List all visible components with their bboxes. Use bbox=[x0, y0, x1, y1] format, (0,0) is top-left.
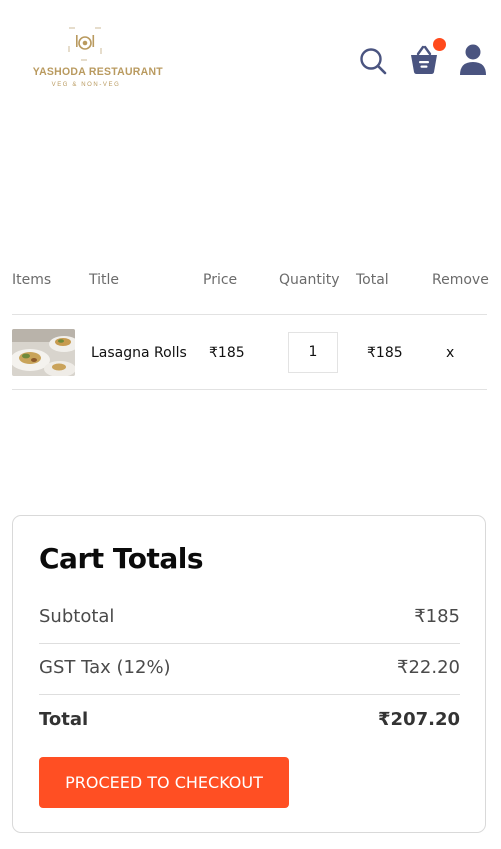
table-header: Items Title Price Quantity Total Remove bbox=[12, 262, 489, 315]
header-total: Total bbox=[356, 272, 389, 288]
subtotal-label: Subtotal bbox=[39, 606, 115, 627]
tax-row: GST Tax (12%) ₹22.20 bbox=[39, 643, 460, 695]
total-label: Total bbox=[39, 709, 89, 730]
header-price: Price bbox=[203, 272, 238, 288]
proceed-to-checkout-button[interactable]: PROCEED TO CHECKOUT bbox=[39, 757, 289, 808]
site-header: YASHODA RESTAURANT VEG & NON-VEG bbox=[0, 0, 501, 110]
brand-tagline: VEG & NON-VEG bbox=[51, 82, 121, 88]
total-row: Total ₹207.20 bbox=[39, 695, 460, 746]
cart-items-table: Items Title Price Quantity Total Remove … bbox=[12, 262, 489, 390]
header-title: Title bbox=[89, 272, 120, 288]
cart-button[interactable] bbox=[409, 38, 446, 76]
item-price: ₹185 bbox=[209, 345, 245, 361]
total-value: ₹207.20 bbox=[378, 709, 460, 730]
item-total: ₹185 bbox=[367, 345, 403, 361]
tax-value: ₹22.20 bbox=[397, 657, 460, 678]
tax-label: GST Tax (12%) bbox=[39, 657, 171, 678]
restaurant-logo[interactable]: YASHODA RESTAURANT VEG & NON-VEG bbox=[30, 26, 163, 92]
search-icon bbox=[360, 48, 387, 75]
search-button[interactable] bbox=[359, 47, 387, 75]
header-remove: Remove bbox=[432, 272, 489, 288]
brand-name: YASHODA RESTAURANT bbox=[32, 66, 163, 78]
quantity-field[interactable]: 1 bbox=[288, 332, 338, 373]
subtotal-row: Subtotal ₹185 bbox=[39, 592, 460, 644]
lasagna-rolls-image bbox=[12, 329, 75, 376]
item-title: Lasagna Rolls bbox=[91, 345, 187, 361]
header-items: Items bbox=[12, 272, 52, 288]
header-quantity: Quantity bbox=[279, 272, 340, 288]
profile-button[interactable] bbox=[459, 44, 487, 76]
table-row: Lasagna Rolls ₹185 1 ₹185 x bbox=[12, 315, 487, 390]
cart-notification-dot bbox=[433, 38, 446, 51]
cart-totals-card: Cart Totals Subtotal ₹185 GST Tax (12%) … bbox=[12, 515, 486, 833]
logo-emblem-icon bbox=[68, 27, 102, 61]
user-icon bbox=[460, 44, 486, 75]
cart-totals-title: Cart Totals bbox=[39, 542, 204, 575]
remove-item-button[interactable]: x bbox=[446, 345, 454, 361]
subtotal-value: ₹185 bbox=[414, 606, 460, 627]
